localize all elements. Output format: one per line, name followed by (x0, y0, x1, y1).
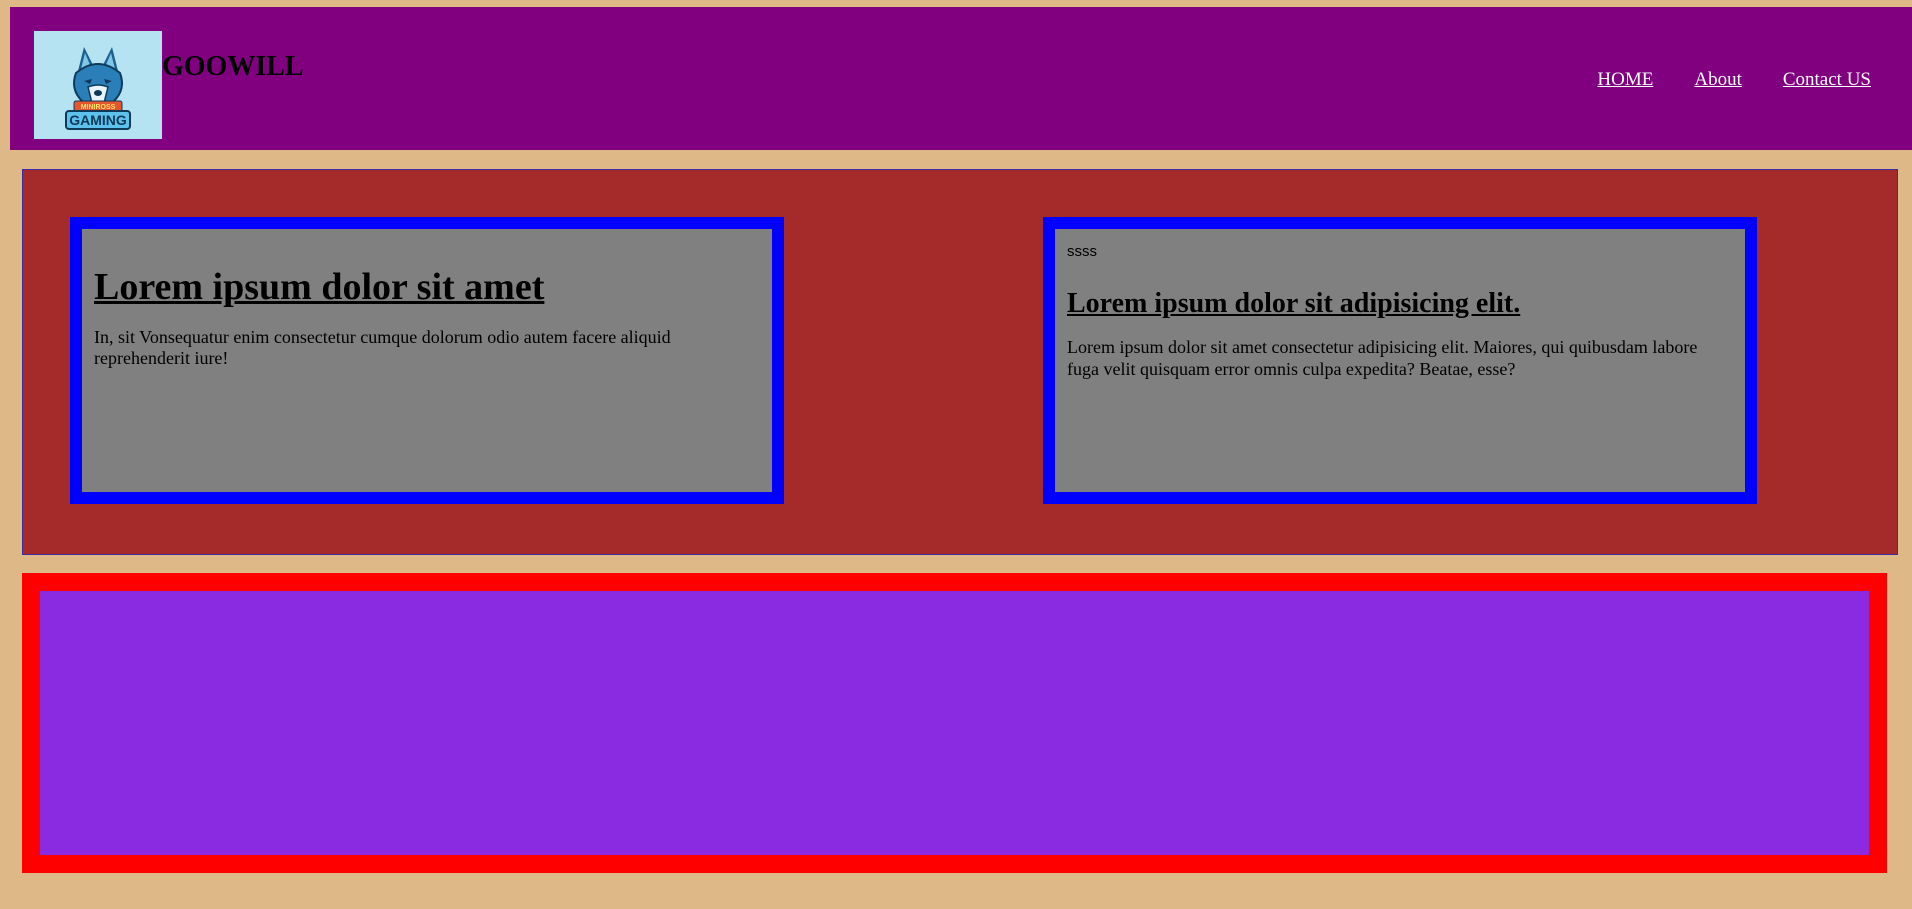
card: Lorem ipsum dolor sit amet In, sit Vonse… (70, 217, 784, 504)
brand-name: GOOWILL (162, 51, 304, 82)
card-label: ssss (1067, 243, 1097, 260)
card-body: In, sit Vonsequatur enim consectetur cum… (94, 326, 671, 369)
nav-link-home[interactable]: HOME (1597, 69, 1653, 92)
nav-link-contact[interactable]: Contact US (1783, 69, 1871, 92)
card: ssss Lorem ipsum dolor sit adipisicing e… (1043, 217, 1757, 504)
nav-link-about[interactable]: About (1694, 69, 1742, 92)
main-nav: HOME About Contact US (1597, 69, 1871, 92)
logo[interactable]: MINIROSS GAMING (34, 31, 162, 139)
svg-text:GAMING: GAMING (69, 112, 127, 128)
bottom-panel (22, 573, 1887, 873)
svg-text:MINIROSS: MINIROSS (81, 104, 116, 111)
card-title: Lorem ipsum dolor sit amet (94, 266, 545, 308)
site-header: MINIROSS GAMING GOOWILL HOME About Conta… (10, 7, 1912, 150)
content-section: Lorem ipsum dolor sit amet In, sit Vonse… (22, 169, 1898, 555)
card-title: Lorem ipsum dolor sit adipisicing elit. (1067, 287, 1521, 319)
wolf-mascot-logo-icon: MINIROSS GAMING (65, 47, 131, 130)
card-body: Lorem ipsum dolor sit amet consectetur a… (1067, 337, 1698, 379)
